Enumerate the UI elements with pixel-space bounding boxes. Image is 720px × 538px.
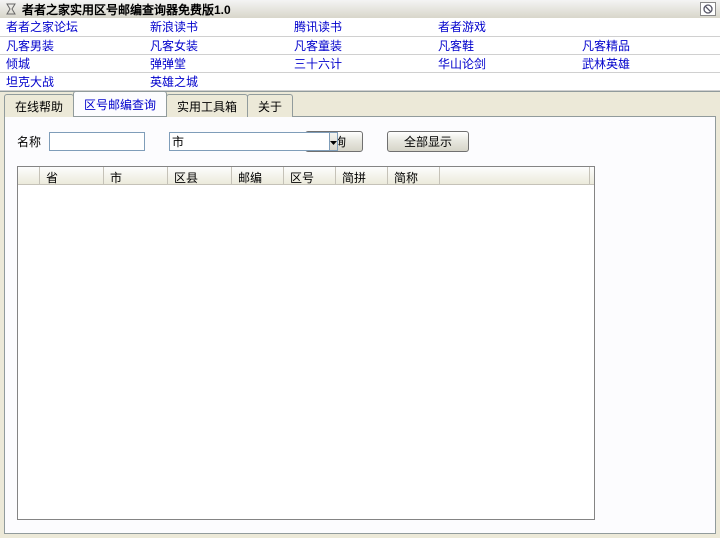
link-item[interactable]: 华山论剑 bbox=[438, 57, 486, 71]
tab-实用工具箱[interactable]: 实用工具箱 bbox=[166, 94, 248, 117]
link-item[interactable]: 凡客男装 bbox=[6, 39, 54, 53]
link-item[interactable]: 凡客鞋 bbox=[438, 39, 474, 53]
chevron-down-icon bbox=[330, 134, 337, 148]
column-header[interactable]: 简称 bbox=[388, 167, 440, 184]
app-icon bbox=[4, 2, 18, 16]
link-item[interactable]: 弹弹堂 bbox=[150, 57, 186, 71]
link-item[interactable]: 倾城 bbox=[6, 57, 30, 71]
column-header[interactable]: 区号 bbox=[284, 167, 336, 184]
query-row: 名称 查询 全部显示 bbox=[17, 131, 703, 152]
window-title: 者者之家实用区号邮编查询器免费版1.0 bbox=[22, 1, 231, 18]
link-item[interactable]: 凡客童装 bbox=[294, 39, 342, 53]
column-header[interactable]: 邮编 bbox=[232, 167, 284, 184]
close-icon[interactable] bbox=[700, 2, 716, 16]
links-panel: 者者之家论坛 新浪读书 腾讯读书 者者游戏凡客男装 凡客女装 凡客童装 凡客鞋 凡客精品倾城 弹… bbox=[0, 18, 720, 92]
app-window: 者者之家实用区号邮编查询器免费版1.0 者者之家论坛 新浪读书 腾讯读书 者者游戏凡客… bbox=[0, 0, 720, 538]
grid-header: 省市区县邮编区号简拼简称 bbox=[18, 167, 594, 185]
tab-panel-query: 名称 查询 全部显示 省市区县邮编区号简拼简称 bbox=[4, 116, 716, 535]
tab-区号邮编查询[interactable]: 区号邮编查询 bbox=[73, 91, 167, 116]
tabs-row: 在线帮助区号邮编查询实用工具箱关于 bbox=[0, 94, 720, 116]
column-header[interactable]: 区县 bbox=[168, 167, 232, 184]
type-combo[interactable] bbox=[169, 132, 257, 151]
grid-body bbox=[18, 185, 594, 519]
combo-dropdown-button[interactable] bbox=[329, 132, 338, 151]
link-item[interactable]: 者者游戏 bbox=[438, 20, 486, 34]
link-item[interactable]: 凡客女装 bbox=[150, 39, 198, 53]
titlebar: 者者之家实用区号邮编查询器免费版1.0 bbox=[0, 0, 720, 18]
name-label: 名称 bbox=[17, 133, 41, 150]
link-item[interactable]: 英雄之城 bbox=[150, 75, 198, 89]
tab-关于[interactable]: 关于 bbox=[247, 94, 293, 117]
link-item[interactable]: 腾讯读书 bbox=[294, 20, 342, 34]
column-header[interactable] bbox=[440, 167, 590, 184]
column-header[interactable]: 简拼 bbox=[336, 167, 388, 184]
link-item[interactable]: 坦克大战 bbox=[6, 75, 54, 89]
results-grid: 省市区县邮编区号简拼简称 bbox=[17, 166, 595, 520]
link-item[interactable]: 三十六计 bbox=[294, 57, 342, 71]
showall-button[interactable]: 全部显示 bbox=[387, 131, 469, 152]
link-item[interactable]: 凡客精品 bbox=[582, 39, 630, 53]
column-header[interactable] bbox=[18, 167, 40, 184]
name-input[interactable] bbox=[49, 132, 145, 151]
tab-在线帮助[interactable]: 在线帮助 bbox=[4, 94, 74, 117]
links-table: 者者之家论坛 新浪读书 腾讯读书 者者游戏凡客男装 凡客女装 凡客童装 凡客鞋 凡客精品倾城 弹… bbox=[0, 18, 720, 91]
link-item[interactable]: 武林英雄 bbox=[582, 57, 630, 71]
column-header[interactable]: 省 bbox=[40, 167, 104, 184]
column-header[interactable]: 市 bbox=[104, 167, 168, 184]
type-combo-input[interactable] bbox=[169, 132, 329, 151]
link-item[interactable]: 新浪读书 bbox=[150, 20, 198, 34]
link-item[interactable]: 者者之家论坛 bbox=[6, 20, 78, 34]
